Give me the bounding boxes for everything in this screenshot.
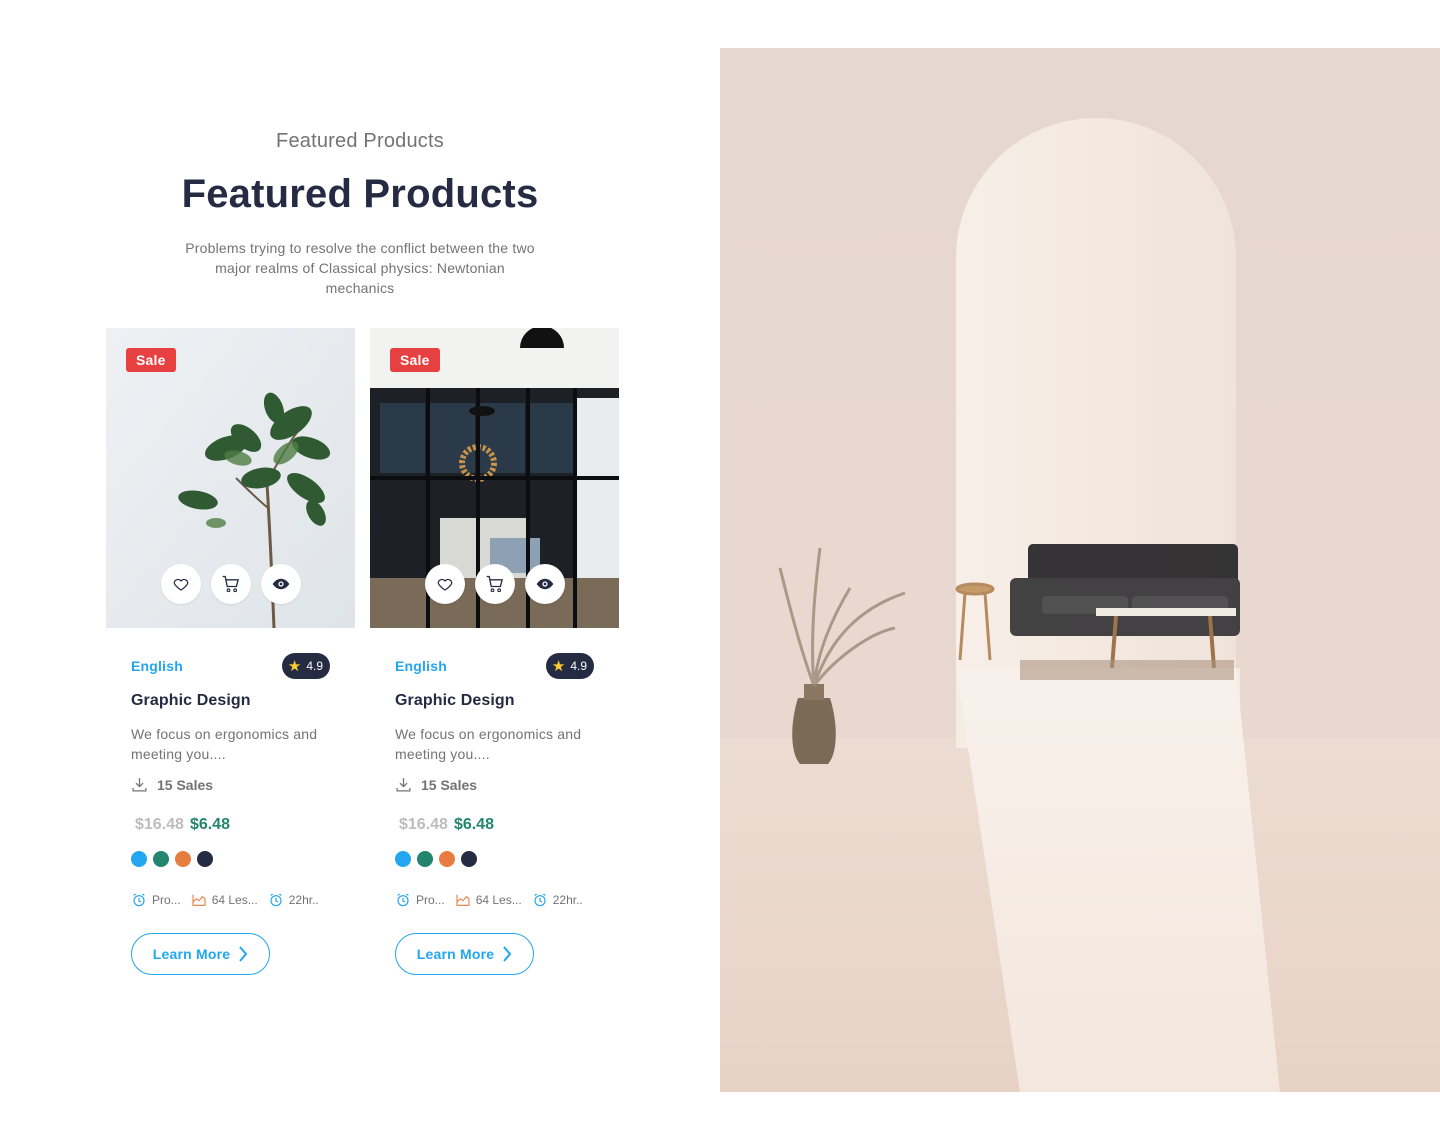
chart-area-icon (456, 894, 470, 906)
product-description: We focus on ergonomics and meeting you..… (395, 726, 582, 762)
learn-more-button[interactable]: Learn More (131, 933, 270, 975)
learn-more-button[interactable]: Learn More (395, 933, 534, 975)
course-meta: Pro... 64 Les... 22hr.. (395, 892, 583, 908)
sale-price: $6.48 (189, 816, 230, 833)
sale-price: $6.48 (453, 816, 494, 833)
meta-item: Pro... (131, 892, 181, 908)
product-image[interactable]: Sale (370, 328, 619, 628)
learn-more-label: Learn More (416, 946, 495, 962)
sale-badge: Sale (390, 348, 440, 372)
sales-count: 15 Sales (395, 776, 477, 793)
product-category[interactable]: English (395, 658, 447, 674)
alarm-clock-icon (397, 893, 409, 907)
price: $16.48 $6.48 (135, 816, 230, 834)
color-swatch-blue[interactable] (395, 851, 411, 867)
quick-view-button[interactable] (261, 564, 301, 604)
color-swatch-navy[interactable] (461, 851, 477, 867)
product-category[interactable]: English (131, 658, 183, 674)
learn-more-label: Learn More (152, 946, 231, 962)
alarm-clock-icon (270, 893, 282, 907)
sales-label: 15 Sales (421, 776, 478, 793)
price: $16.48 $6.48 (399, 816, 494, 834)
add-to-cart-button[interactable] (475, 564, 515, 604)
section-description: Problems trying to resolve the conflict … (185, 240, 535, 296)
meta-label: 64 Les... (211, 893, 258, 907)
course-meta: Pro... 64 Les... 22hr.. (131, 892, 319, 908)
rating-value: 4.9 (306, 659, 323, 673)
product-card[interactable]: Sale English ★ 4.9 Graphic Design We foc… (106, 328, 355, 1008)
meta-item: 64 Les... (455, 892, 522, 908)
download-icon (132, 778, 147, 792)
featured-products-section: Featured Products Featured Products Prob… (0, 0, 720, 1140)
product-image[interactable]: Sale (106, 328, 355, 628)
meta-label: Pro... (416, 893, 445, 907)
rating-value: 4.9 (570, 659, 587, 673)
color-swatch-navy[interactable] (197, 851, 213, 867)
rating-badge: ★ 4.9 (545, 653, 594, 679)
meta-label: 22hr.. (552, 893, 583, 907)
sales-label: 15 Sales (157, 776, 214, 793)
cart-icon (222, 575, 239, 593)
quick-view-button[interactable] (525, 564, 565, 604)
meta-item: 22hr.. (268, 892, 319, 908)
wishlist-button[interactable] (425, 564, 465, 604)
sale-badge: Sale (126, 348, 176, 372)
meta-item: 64 Les... (191, 892, 258, 908)
section-eyebrow: Featured Products (276, 130, 444, 152)
meta-label: 22hr.. (288, 893, 319, 907)
chart-area-icon (192, 894, 206, 906)
color-swatch-orange[interactable] (175, 851, 191, 867)
cart-icon (486, 575, 503, 593)
star-icon: ★ (551, 657, 566, 675)
old-price: $16.48 (135, 816, 184, 833)
color-options (395, 851, 477, 867)
color-options (131, 851, 213, 867)
product-title[interactable]: Graphic Design (395, 692, 515, 710)
download-icon (396, 778, 411, 792)
color-swatch-blue[interactable] (131, 851, 147, 867)
rating-badge: ★ 4.9 (281, 653, 330, 679)
product-card[interactable]: Sale English ★ 4.9 Graphic Design We foc… (370, 328, 619, 1008)
product-description: We focus on ergonomics and meeting you..… (131, 726, 318, 762)
meta-item: 22hr.. (532, 892, 583, 908)
hero-interior-image (720, 48, 1440, 1092)
color-swatch-orange[interactable] (439, 851, 455, 867)
add-to-cart-button[interactable] (211, 564, 251, 604)
sales-count: 15 Sales (131, 776, 213, 793)
product-title[interactable]: Graphic Design (131, 692, 251, 710)
chevron-right-icon (503, 946, 512, 962)
color-swatch-green[interactable] (417, 851, 433, 867)
heart-icon (437, 578, 453, 591)
meta-label: Pro... (152, 893, 181, 907)
wishlist-button[interactable] (161, 564, 201, 604)
alarm-clock-icon (534, 893, 546, 907)
heart-icon (173, 578, 189, 591)
meta-item: Pro... (395, 892, 445, 908)
meta-label: 64 Les... (475, 893, 522, 907)
star-icon: ★ (287, 657, 302, 675)
chevron-right-icon (239, 946, 248, 962)
eye-icon (536, 578, 554, 590)
old-price: $16.48 (399, 816, 448, 833)
color-swatch-green[interactable] (153, 851, 169, 867)
eye-icon (272, 578, 290, 590)
section-title: Featured Products (181, 172, 539, 216)
alarm-clock-icon (133, 893, 145, 907)
minimal-interior-archway-sofa-photo (720, 48, 1440, 1092)
